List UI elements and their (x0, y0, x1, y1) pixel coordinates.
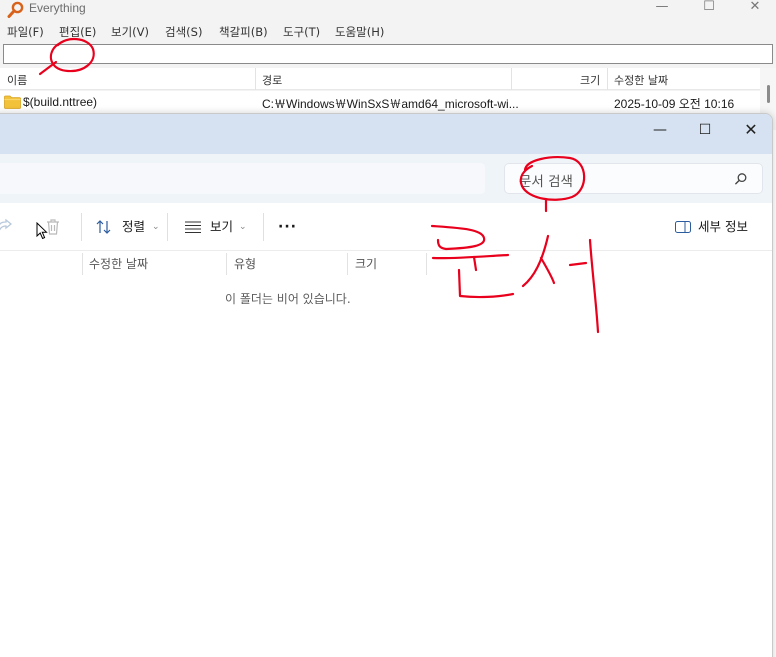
column-path[interactable]: 경로 (262, 72, 282, 88)
maximize-icon[interactable]: ☐ (682, 114, 728, 146)
chevron-down-icon: ⌄ (239, 222, 247, 232)
toolbar-divider (167, 213, 168, 241)
search-icon[interactable] (734, 172, 748, 186)
menu-edit[interactable]: 편집(E) (59, 24, 96, 40)
column-name[interactable]: 이름 (7, 72, 27, 88)
menu-view[interactable]: 보기(V) (111, 24, 149, 40)
search-placeholder: 문서 검색 (519, 174, 573, 190)
share-icon[interactable] (0, 219, 13, 235)
explorer-window: — ☐ ✕ 문서 검색 정렬 ⌄ 보기 ⌄ ··· 세부 정보 수정한 날짜 유… (0, 113, 773, 657)
close-icon[interactable]: ✕ (743, 0, 767, 16)
sort-icon (96, 220, 111, 234)
column-modified[interactable]: 수정한 날짜 (89, 255, 148, 272)
menu-file[interactable]: 파일(F) (7, 24, 44, 40)
everything-logo-icon (7, 1, 24, 18)
scrollbar-thumb[interactable] (767, 85, 770, 103)
menu-help[interactable]: 도움말(H) (335, 24, 384, 40)
minimize-icon[interactable]: — (650, 0, 674, 16)
folder-icon (4, 95, 21, 109)
toolbar-divider (263, 213, 264, 241)
column-size[interactable]: 크기 (580, 72, 600, 88)
explorer-search-box[interactable]: 문서 검색 (504, 163, 763, 194)
column-size[interactable]: 크기 (355, 255, 377, 272)
everything-column-header: 이름 경로 크기 수정한 날짜 (0, 68, 760, 90)
menu-search[interactable]: 검색(S) (165, 24, 202, 40)
view-label: 보기 (210, 219, 234, 234)
chevron-down-icon: ⌄ (152, 222, 160, 232)
everything-menubar: 파일(F) 편집(E) 보기(V) 검색(S) 책갈피(B) 도구(T) 도움말… (0, 21, 776, 41)
column-modified[interactable]: 수정한 날짜 (614, 72, 668, 88)
sort-label: 정렬 (122, 219, 146, 234)
column-type[interactable]: 유형 (234, 255, 256, 272)
menu-bookmarks[interactable]: 책갈피(B) (219, 24, 268, 40)
explorer-address-bar: 문서 검색 (0, 154, 772, 203)
minimize-icon[interactable]: — (637, 114, 683, 146)
column-divider[interactable] (82, 253, 83, 275)
more-options-icon[interactable]: ··· (278, 215, 297, 239)
everything-title: Everything (29, 1, 86, 15)
maximize-icon[interactable]: ☐ (697, 0, 721, 16)
row-path: C:￦Windows￦WinSxS￦amd64_microsoft-wi... (262, 97, 519, 111)
details-pane-icon (675, 221, 691, 233)
column-divider[interactable] (255, 68, 256, 90)
mouse-cursor-icon (36, 222, 48, 240)
explorer-column-header: 수정한 날짜 유형 크기 (0, 251, 772, 275)
column-divider[interactable] (426, 253, 427, 275)
everything-titlebar: Everything — ☐ ✕ (0, 0, 776, 19)
list-view-icon (185, 221, 201, 233)
screen: Everything — ☐ ✕ 파일(F) 편집(E) 보기(V) 검색(S)… (0, 0, 776, 657)
column-divider[interactable] (347, 253, 348, 275)
column-divider[interactable] (511, 68, 512, 90)
close-icon[interactable]: ✕ (728, 114, 772, 146)
address-field[interactable] (0, 163, 485, 194)
details-label: 세부 정보 (698, 219, 748, 234)
everything-search-input[interactable] (3, 44, 773, 64)
toolbar-divider (81, 213, 82, 241)
table-row[interactable]: $(build.nttree) C:￦Windows￦WinSxS￦amd64_… (0, 91, 760, 113)
empty-folder-message: 이 폴더는 비어 있습니다. (225, 292, 351, 306)
column-divider[interactable] (226, 253, 227, 275)
row-modified: 2025-10-09 오전 10:16 (614, 97, 735, 111)
everything-window: Everything — ☐ ✕ 파일(F) 편집(E) 보기(V) 검색(S)… (0, 0, 776, 130)
explorer-titlebar[interactable]: — ☐ ✕ (0, 114, 772, 154)
row-name: $(build.nttree) (23, 95, 98, 109)
column-divider[interactable] (607, 68, 608, 90)
explorer-command-bar: 정렬 ⌄ 보기 ⌄ ··· 세부 정보 (0, 203, 772, 251)
menu-tools[interactable]: 도구(T) (283, 24, 320, 40)
